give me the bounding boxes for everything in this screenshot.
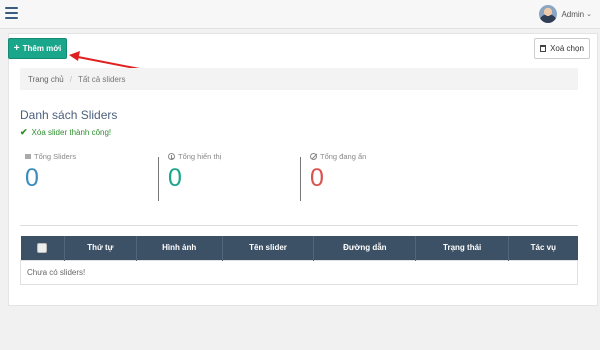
menu-toggle-icon[interactable]	[5, 7, 18, 19]
stat-hidden-sliders: Tổng đang ẩn 0	[310, 152, 366, 191]
column-header-image[interactable]: Hình ảnh	[136, 236, 223, 260]
stat-shown-label: Tổng hiển thị	[178, 152, 222, 161]
check-circle-icon	[168, 153, 175, 160]
breadcrumb-home-link[interactable]: Trang chủ	[28, 75, 64, 84]
breadcrumb-current: Tất cả sliders	[77, 74, 126, 84]
plus-icon: +	[13, 43, 20, 54]
stat-shown-value: 0	[168, 164, 182, 192]
page-title: Danh sách Sliders	[20, 108, 118, 122]
success-message: Xóa slider thành công!	[31, 128, 112, 137]
breadcrumb: Trang chủ / Tất cả sliders	[20, 68, 578, 90]
stat-total-value: 0	[25, 164, 39, 192]
column-header-link[interactable]: Đường dẫn	[313, 236, 417, 260]
select-all-checkbox[interactable]	[37, 242, 48, 253]
list-icon	[25, 154, 31, 159]
add-new-button[interactable]: + Thêm mới	[8, 38, 67, 59]
stat-divider	[158, 157, 159, 201]
stat-hidden-value: 0	[310, 164, 324, 192]
chevron-down-icon: ⌄	[586, 11, 592, 18]
section-divider	[20, 225, 578, 226]
success-alert: ✔ Xóa slider thành công!	[20, 127, 111, 138]
delete-selected-label: Xoá chọn	[550, 44, 584, 53]
user-menu[interactable]: Admin ⌄	[539, 4, 592, 24]
top-bar: Admin ⌄	[0, 0, 600, 29]
add-new-label: Thêm mới	[22, 44, 62, 53]
column-header-actions: Tác vụ	[530, 243, 556, 253]
sliders-table: Thứ tự Hình ảnh Tên slider Đường dẫn Trạ…	[20, 236, 578, 285]
select-all-header	[20, 236, 65, 260]
stat-total-sliders: Tổng Sliders 0	[25, 152, 76, 191]
ban-icon	[310, 153, 317, 160]
avatar	[539, 5, 558, 23]
column-header-status[interactable]: Trạng thái	[415, 236, 510, 260]
stat-hidden-label: Tổng đang ẩn	[320, 152, 367, 161]
column-header-name[interactable]: Tên slider	[222, 236, 315, 260]
trash-icon	[540, 45, 547, 52]
user-name: Admin	[561, 9, 585, 19]
breadcrumb-separator: /	[69, 74, 72, 84]
table-row: Chưa có sliders!	[20, 259, 578, 285]
check-icon: ✔	[20, 127, 28, 137]
table-header-row: Thứ tự Hình ảnh Tên slider Đường dẫn Trạ…	[20, 236, 578, 260]
column-header-order[interactable]: Thứ tự	[64, 236, 137, 260]
stat-shown-sliders: Tổng hiển thị 0	[168, 152, 221, 191]
empty-table-message: Chưa có sliders!	[20, 259, 578, 285]
stat-divider	[300, 157, 301, 201]
delete-selected-button[interactable]: Xoá chọn	[534, 38, 590, 59]
stat-total-label: Tổng Sliders	[34, 152, 77, 161]
